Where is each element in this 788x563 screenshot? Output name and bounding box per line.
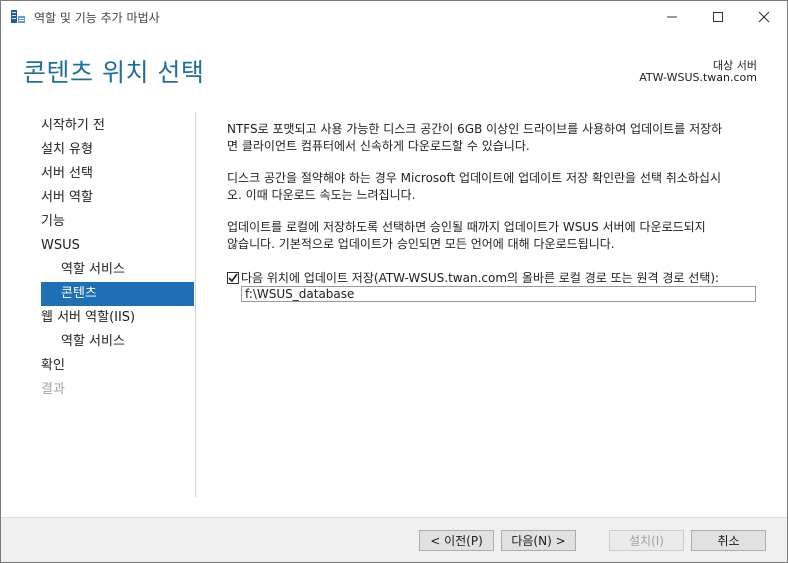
nav-item-features[interactable]: 기능 <box>41 210 194 234</box>
server-manager-icon <box>10 9 26 25</box>
cancel-button[interactable]: 취소 <box>691 530 766 551</box>
title-bar: 역할 및 기능 추가 마법사 <box>1 1 787 33</box>
para1-line1: NTFS로 포맷되고 사용 가능한 디스크 공간이 6GB 이상인 드라이브를 … <box>227 122 723 136</box>
nav-item-before-you-begin[interactable]: 시작하기 전 <box>41 114 194 138</box>
content-path-input[interactable] <box>241 286 756 302</box>
para2-line2: 오. 이때 다운로드 속도는 느려집니다. <box>227 188 416 202</box>
previous-button[interactable]: < 이전(P) <box>419 530 494 551</box>
install-button: 설치(I) <box>609 530 684 551</box>
wizard-footer: < 이전(P) 다음(N) > 설치(I) 취소 <box>1 517 787 562</box>
content-pane: NTFS로 포맷되고 사용 가능한 디스크 공간이 6GB 이상인 드라이브를 … <box>227 121 762 268</box>
store-updates-label: 다음 위치에 업데이트 저장(ATW-WSUS.twan.com의 올바른 로컬… <box>241 271 720 285</box>
para1-line2: 면 클라이언트 컴퓨터에서 신속하게 다운로드할 수 있습니다. <box>227 139 530 153</box>
destination-server-name: ATW-WSUS.twan.com <box>639 71 757 84</box>
description-paragraph-2: 디스크 공간을 절약해야 하는 경우 Microsoft 업데이트에 업데이트 … <box>227 170 762 204</box>
para3-line2: 않습니다. 기본적으로 업데이트가 승인되면 모든 언어에 대해 다운로드됩니다… <box>227 237 615 251</box>
page-title: 콘텐츠 위치 선택 <box>23 58 205 87</box>
store-updates-checkbox[interactable] <box>227 271 239 284</box>
para2-line1: 디스크 공간을 절약해야 하는 경우 Microsoft 업데이트에 업데이트 … <box>227 171 722 185</box>
nav-item-installation-type[interactable]: 설치 유형 <box>41 138 194 162</box>
nav-item-server-selection[interactable]: 서버 선택 <box>41 162 194 186</box>
description-paragraph-1: NTFS로 포맷되고 사용 가능한 디스크 공간이 6GB 이상인 드라이브를 … <box>227 121 762 155</box>
next-button[interactable]: 다음(N) > <box>501 530 576 551</box>
nav-divider <box>195 112 196 497</box>
wizard-window: 역할 및 기능 추가 마법사 콘텐츠 위치 선택 대상 서버 ATW-WSUS.… <box>0 0 788 563</box>
nav-item-results: 결과 <box>41 382 65 397</box>
window-title: 역할 및 기능 추가 마법사 <box>34 11 160 25</box>
minimize-icon <box>667 16 677 18</box>
nav-item-web-server-role[interactable]: 웹 서버 역할(IIS) <box>41 306 194 330</box>
maximize-icon <box>713 12 723 22</box>
wizard-nav: 시작하기 전 설치 유형 서버 선택 서버 역할 기능 WSUS 역할 서비스 … <box>41 114 194 402</box>
store-updates-option[interactable]: 다음 위치에 업데이트 저장(ATW-WSUS.twan.com의 올바른 로컬… <box>227 269 719 286</box>
description-paragraph-3: 업데이트를 로컬에 저장하도록 선택하면 승인될 때까지 업데이트가 WSUS … <box>227 219 762 253</box>
nav-item-iis-role-services[interactable]: 역할 서비스 <box>41 330 194 354</box>
checkmark-icon <box>228 273 238 282</box>
nav-item-wsus-role-services[interactable]: 역할 서비스 <box>41 258 194 282</box>
nav-item-server-roles[interactable]: 서버 역할 <box>41 186 194 210</box>
minimize-button[interactable] <box>649 1 695 33</box>
nav-item-content[interactable]: 콘텐츠 <box>41 282 194 306</box>
close-icon <box>758 11 770 23</box>
close-button[interactable] <box>741 1 787 33</box>
maximize-button[interactable] <box>695 1 741 33</box>
nav-item-confirmation[interactable]: 확인 <box>41 354 194 378</box>
para3-line1: 업데이트를 로컬에 저장하도록 선택하면 승인될 때까지 업데이트가 WSUS … <box>227 220 706 234</box>
nav-item-wsus[interactable]: WSUS <box>41 234 194 258</box>
